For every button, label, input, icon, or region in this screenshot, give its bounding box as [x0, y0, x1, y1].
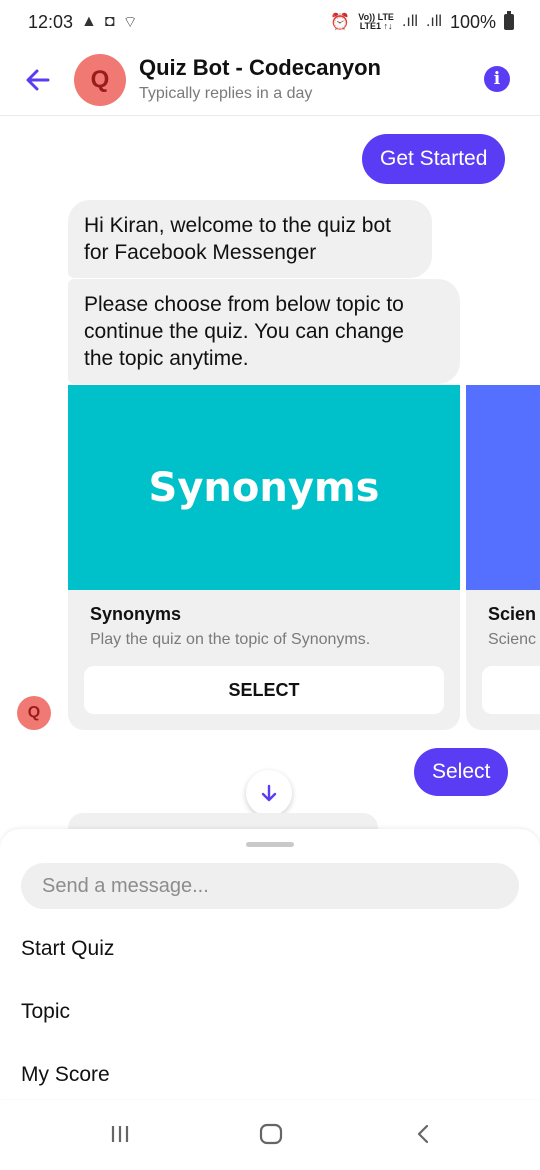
- status-left: 12:03 ▲ ◘ ⌔: [28, 12, 138, 33]
- bot-choose-line-1: Please choose from below topic to: [84, 293, 404, 316]
- message-input[interactable]: [21, 863, 519, 909]
- bot-message-welcome: Hi Kiran, welcome to the quiz bot for Fa…: [68, 200, 432, 278]
- bot-avatar[interactable]: Q: [74, 54, 126, 106]
- network-text-lte: LTE1 ↑↓: [359, 21, 393, 31]
- card-image-synonyms: Synonyms: [68, 385, 460, 590]
- alarm-icon: ⏰: [330, 14, 351, 31]
- quick-reply-topic[interactable]: Topic: [21, 1000, 70, 1024]
- battery-percent: 100%: [449, 11, 496, 32]
- user-message-get-started: Get Started: [362, 134, 506, 184]
- outlook-icon: ◘: [104, 13, 115, 30]
- bot-welcome-line-1: Hi Kiran, welcome to the quiz bot: [84, 214, 391, 237]
- warning-icon: ▲: [81, 13, 97, 30]
- back-arrow-icon[interactable]: [22, 64, 54, 96]
- chat-subtitle: Typically replies in a day: [139, 85, 313, 102]
- bot-message-partial: [68, 813, 378, 830]
- bot-choose-line-3: the topic anytime.: [84, 347, 249, 370]
- user-message-select: Select: [414, 748, 509, 796]
- status-right: ⏰ Vo)) LTE LTE1 ↑↓ .ıll .ıll 100%: [330, 11, 514, 33]
- bot-message-choose-topic: Please choose from below topic to contin…: [68, 279, 460, 384]
- status-bar: 12:03 ▲ ◘ ⌔ ⏰ Vo)) LTE LTE1 ↑↓ .ıll .ıll…: [0, 0, 540, 44]
- wifi-question-icon: ⌔: [122, 14, 138, 31]
- card-select-button[interactable]: SELECT: [84, 666, 444, 714]
- home-icon[interactable]: [258, 1122, 284, 1146]
- signal-icon-2: .ıll: [425, 13, 442, 30]
- bot-avatar-small: Q: [17, 696, 51, 730]
- info-icon[interactable]: i: [484, 66, 510, 92]
- bot-choose-line-2: continue the quiz. You can change: [84, 320, 404, 343]
- card-title-science: Scien: [488, 604, 537, 624]
- system-nav-bar: [0, 1100, 540, 1170]
- card-select-button-science[interactable]: [482, 666, 540, 714]
- card-image-science: [466, 385, 540, 590]
- arrow-down-icon: [261, 784, 277, 802]
- carousel-card-synonyms: Synonyms Synonyms Play the quiz on the t…: [68, 385, 460, 730]
- battery-icon: [504, 11, 514, 30]
- scroll-down-button[interactable]: [246, 770, 292, 816]
- chat-title[interactable]: Quiz Bot - Codecanyon: [139, 55, 381, 81]
- card-title: Synonyms: [90, 604, 182, 624]
- composer-sheet: Start Quiz Topic My Score: [0, 829, 540, 1099]
- bot-welcome-line-2: for Facebook Messenger: [84, 241, 317, 264]
- signal-icon: .ıll: [401, 13, 418, 30]
- carousel-card-science: Scien Scienc: [466, 385, 540, 730]
- back-nav-icon[interactable]: [412, 1122, 434, 1146]
- chat-thread[interactable]: Get Started Hi Kiran, welcome to the qui…: [0, 117, 540, 830]
- chat-header: Q Quiz Bot - Codecanyon Typically replie…: [0, 44, 540, 116]
- quick-reply-my-score[interactable]: My Score: [21, 1063, 110, 1087]
- recent-apps-icon[interactable]: [108, 1122, 132, 1146]
- card-subtitle: Play the quiz on the topic of Synonyms.: [90, 631, 371, 648]
- card-subtitle-science: Scienc: [488, 631, 537, 648]
- status-time: 12:03: [28, 11, 74, 32]
- quick-reply-start-quiz[interactable]: Start Quiz: [21, 937, 114, 961]
- network-text: Vo)) LTE LTE1 ↑↓: [358, 13, 394, 31]
- sheet-handle[interactable]: [246, 842, 294, 847]
